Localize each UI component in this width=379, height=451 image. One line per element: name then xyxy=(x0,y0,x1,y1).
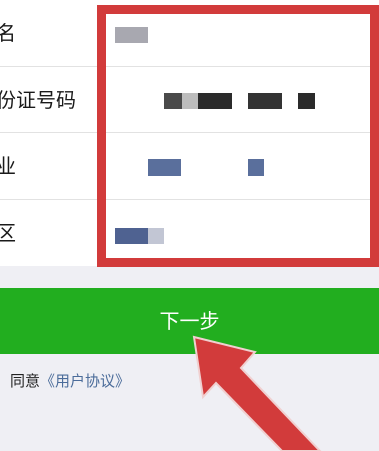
next-step-button[interactable]: 下一步 xyxy=(0,288,379,354)
agreement-prefix: 同意 xyxy=(10,372,41,390)
id-number-label: 份证号码 xyxy=(0,88,76,112)
user-agreement-link[interactable]: 《用户协议》 xyxy=(40,372,130,390)
occupation-label: 业 xyxy=(0,154,16,178)
annotation-box xyxy=(97,5,379,267)
name-label: 名 xyxy=(0,21,16,45)
region-label: 区 xyxy=(0,221,16,245)
agreement-text: 同意《用户协议》 xyxy=(10,370,130,391)
